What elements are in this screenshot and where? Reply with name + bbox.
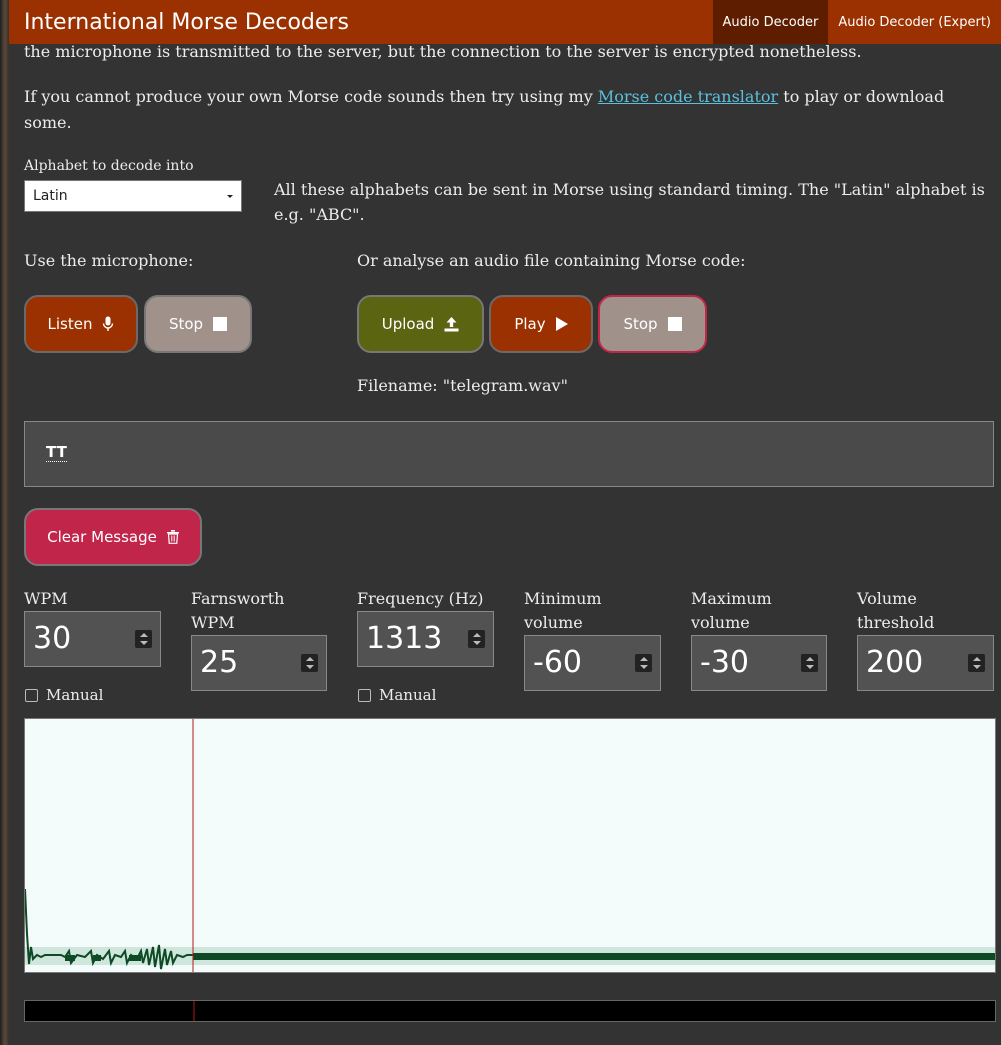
stop-icon bbox=[213, 317, 228, 331]
wpm-input[interactable]: 30 bbox=[24, 611, 161, 667]
alphabet-label: Alphabet to decode into bbox=[24, 158, 194, 174]
upload-label: Upload bbox=[381, 315, 435, 333]
tab-audio-decoder[interactable]: Audio Decoder bbox=[712, 0, 829, 44]
alphabet-note: All these alphabets can be sent in Morse… bbox=[274, 180, 985, 224]
stop-icon bbox=[667, 317, 682, 331]
min-volume-label-line2: volume bbox=[524, 613, 583, 632]
filename-text: Filename: "telegram.wav" bbox=[357, 376, 568, 395]
min-volume-input[interactable]: -60 bbox=[524, 635, 661, 691]
threshold-input[interactable]: 200 bbox=[857, 635, 994, 691]
threshold-label-line1: Volume bbox=[857, 589, 917, 608]
listen-label: Listen bbox=[47, 315, 93, 333]
mic-stop-button[interactable]: Stop bbox=[144, 295, 252, 353]
tab-audio-decoder-expert[interactable]: Audio Decoder (Expert) bbox=[828, 0, 1001, 44]
threshold-label-line2: threshold bbox=[857, 613, 935, 632]
min-volume-value: -60 bbox=[533, 645, 582, 680]
timeline-bar[interactable] bbox=[24, 1000, 996, 1022]
frequency-input[interactable]: 1313 bbox=[357, 611, 494, 667]
upload-icon bbox=[444, 316, 459, 331]
mic-stop-label: Stop bbox=[168, 315, 204, 333]
max-volume-input[interactable]: -30 bbox=[691, 635, 827, 691]
translator-text-before: If you cannot produce your own Morse cod… bbox=[24, 87, 598, 106]
wpm-value: 30 bbox=[33, 621, 72, 656]
privacy-text: the microphone is transmitted to the ser… bbox=[24, 42, 862, 61]
play-label: Play bbox=[514, 315, 546, 333]
farnsworth-label-line2: WPM bbox=[191, 613, 235, 632]
site-title[interactable]: International Morse Decoders bbox=[9, 10, 713, 35]
clear-message-button[interactable]: Clear Message bbox=[24, 508, 202, 566]
min-volume-label-line1: Minimum bbox=[524, 589, 602, 608]
frequency-spinner[interactable] bbox=[468, 630, 485, 648]
frequency-label: Frequency (Hz) bbox=[357, 589, 484, 608]
frequency-manual-checkbox[interactable] bbox=[358, 689, 371, 702]
farnsworth-label-line1: Farnsworth bbox=[191, 589, 285, 608]
play-button[interactable]: Play bbox=[489, 295, 593, 353]
threshold-value: 200 bbox=[866, 645, 924, 680]
chevron-down-icon bbox=[227, 195, 233, 198]
microphone-icon bbox=[103, 316, 114, 331]
decoded-message-text: TT bbox=[46, 443, 67, 462]
timeline-graph bbox=[193, 1001, 195, 1021]
threshold-spinner[interactable] bbox=[968, 654, 985, 672]
signal-mark bbox=[65, 955, 75, 961]
signal-graph bbox=[25, 719, 995, 972]
clear-message-label: Clear Message bbox=[47, 528, 157, 546]
signal-mark bbox=[129, 955, 141, 961]
max-volume-spinner[interactable] bbox=[801, 654, 818, 672]
max-volume-value: -30 bbox=[700, 645, 749, 680]
farnsworth-input[interactable]: 25 bbox=[191, 635, 327, 691]
farnsworth-spinner[interactable] bbox=[301, 654, 318, 672]
file-stop-label: Stop bbox=[623, 315, 658, 333]
file-label: Or analyse an audio file containing Mors… bbox=[357, 251, 746, 270]
listen-button[interactable]: Listen bbox=[24, 295, 138, 353]
left-edge-strip bbox=[0, 0, 9, 1045]
file-stop-button[interactable]: Stop bbox=[598, 295, 707, 353]
frequency-value: 1313 bbox=[366, 621, 443, 656]
farnsworth-value: 25 bbox=[200, 645, 239, 680]
top-navigation-bar: International Morse Decoders Audio Decod… bbox=[9, 0, 1001, 44]
microphone-label: Use the microphone: bbox=[24, 251, 194, 270]
max-volume-label-line2: volume bbox=[691, 613, 750, 632]
max-volume-label-line1: Maximum bbox=[691, 589, 772, 608]
alphabet-selected-value: Latin bbox=[33, 188, 68, 204]
alphabet-select[interactable]: Latin bbox=[24, 180, 242, 212]
signal-mark bbox=[93, 955, 101, 961]
morse-translator-link[interactable]: Morse code translator bbox=[598, 87, 778, 106]
decoded-message-box[interactable]: TT bbox=[24, 421, 994, 487]
signal-baseline bbox=[193, 953, 995, 960]
play-icon bbox=[555, 317, 568, 331]
signal-display[interactable] bbox=[24, 718, 996, 973]
wpm-manual-label: Manual bbox=[46, 686, 104, 704]
frequency-manual-label: Manual bbox=[379, 686, 437, 704]
translator-paragraph: If you cannot produce your own Morse cod… bbox=[24, 84, 964, 136]
min-volume-spinner[interactable] bbox=[635, 654, 652, 672]
wpm-manual-checkbox[interactable] bbox=[25, 689, 38, 702]
trash-icon bbox=[166, 530, 179, 544]
wpm-spinner[interactable] bbox=[135, 630, 152, 648]
wpm-label: WPM bbox=[24, 589, 68, 608]
upload-button[interactable]: Upload bbox=[357, 295, 484, 353]
